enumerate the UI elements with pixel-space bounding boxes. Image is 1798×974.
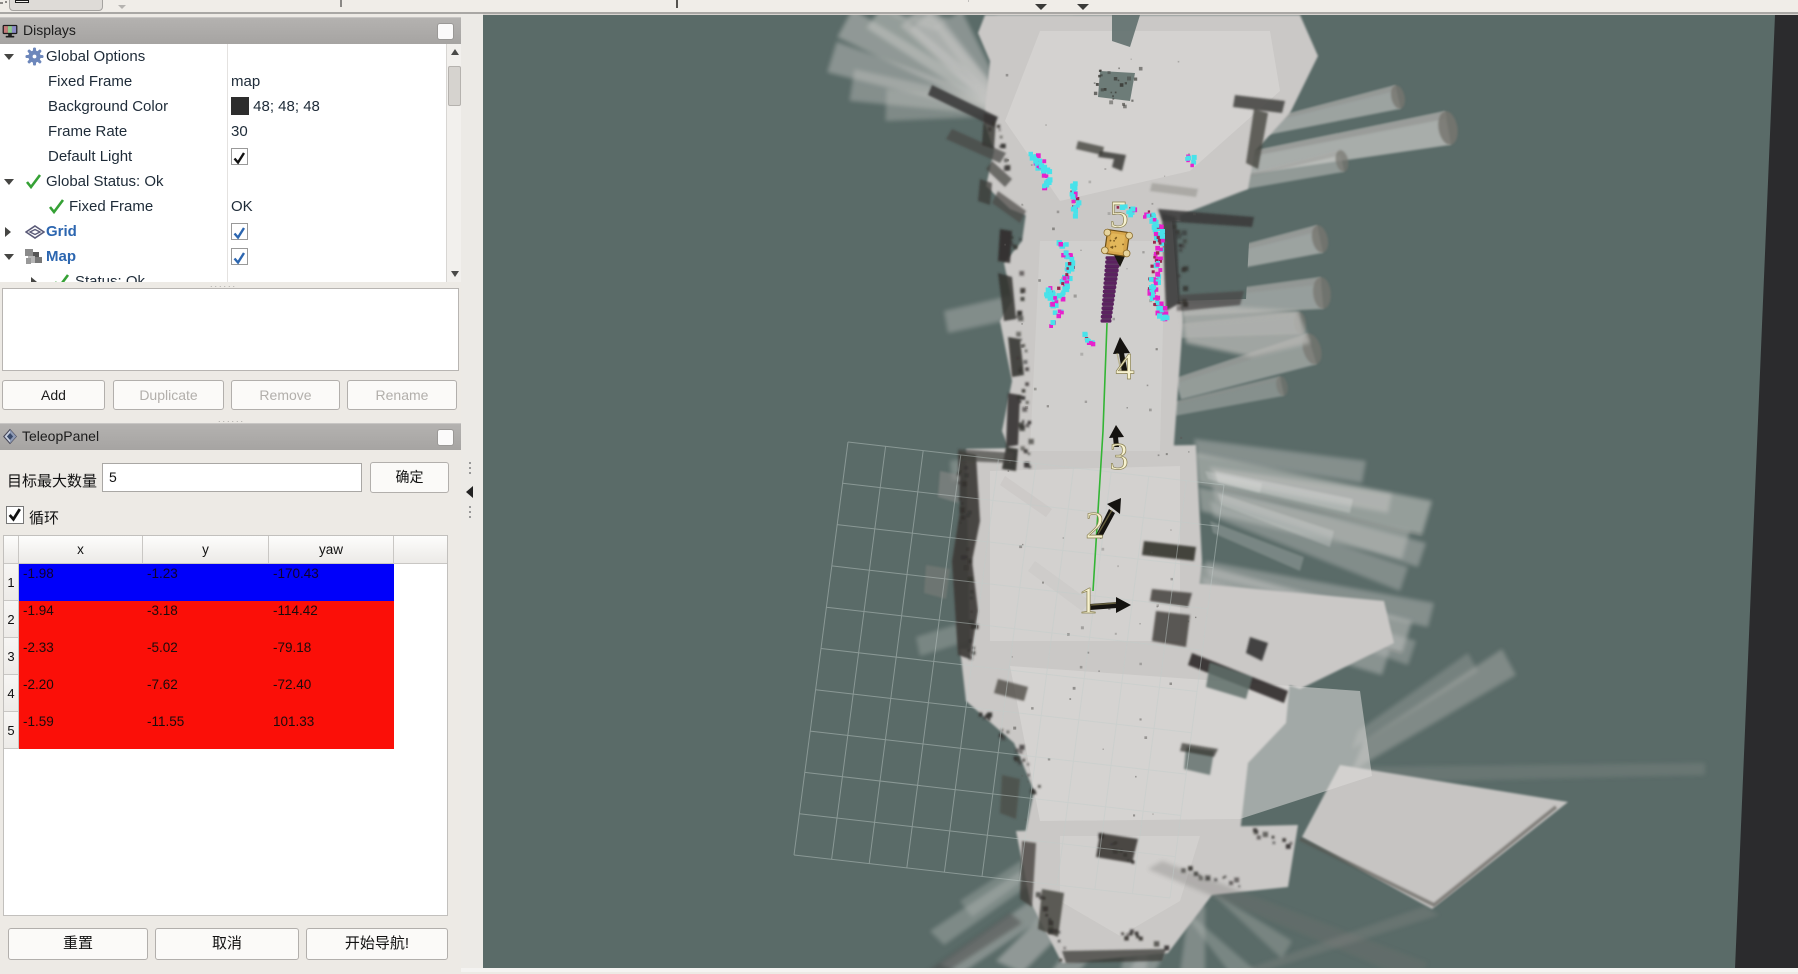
svg-text:4: 4 (1116, 346, 1135, 388)
svg-text:2: 2 (1086, 505, 1105, 547)
svg-text:1: 1 (1079, 580, 1098, 622)
svg-text:3: 3 (1110, 436, 1129, 478)
